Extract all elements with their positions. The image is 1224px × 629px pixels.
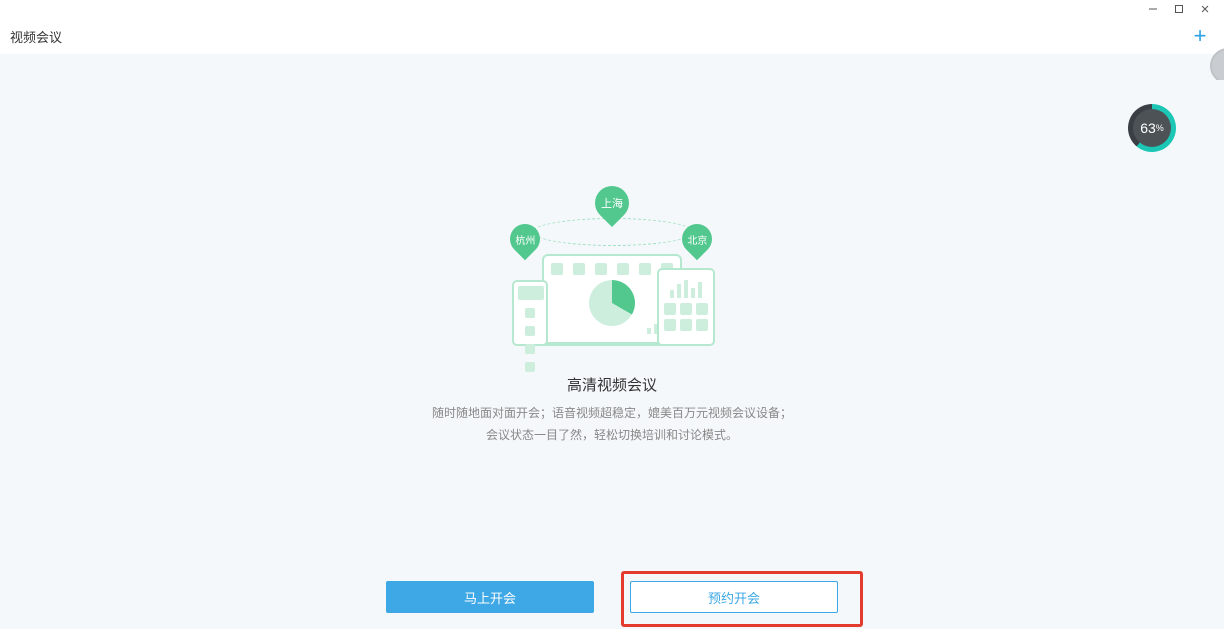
content-area: 上海 杭州 北京 [0,54,1224,629]
promo-heading: 高清视频会议 [352,374,872,395]
cpu-gauge-icon: 63% [1128,104,1176,152]
start-meeting-button[interactable]: 马上开会 [386,581,594,613]
net-down-value: 0.2 [1189,128,1202,138]
schedule-meeting-button[interactable]: 预约开会 [630,581,838,613]
button-row: 马上开会 预约开会 [0,581,1224,619]
promo-block: 上海 杭州 北京 [352,194,872,446]
minimize-button[interactable] [1140,0,1166,18]
close-button[interactable] [1192,0,1218,18]
add-tab-button[interactable]: + [1188,24,1212,48]
promo-line2: 会议状态一目了然，轻松切换培训和讨论模式。 [352,425,872,447]
promo-line1: 随时随地面对面开会；语音视频超稳定，媲美百万元视频会议设备； [352,403,872,425]
window-titlebar [0,0,1224,19]
marker-label: 上海 [601,195,623,211]
tab-title[interactable]: 视频会议 [10,27,62,46]
marker-hangzhou-icon: 杭州 [504,218,546,260]
pie-chart-icon [589,280,635,326]
gauge-percent-suffix: % [1156,123,1164,133]
tablet-icon [657,268,715,346]
maximize-button[interactable] [1166,0,1192,18]
floating-orb-icon[interactable] [1210,48,1224,80]
conference-illustration: 上海 杭州 北京 [502,194,722,354]
marker-label: 杭州 [515,232,535,247]
phone-icon [512,280,548,346]
system-monitor-widget[interactable]: 63% 0.5 0.2 [1128,104,1224,154]
marker-label: 北京 [687,232,707,247]
gauge-percent: 63 [1140,120,1156,136]
tab-bar: 视频会议 + [0,18,1224,55]
net-up-value: 0.5 [1189,118,1202,128]
gauge-stats-panel: 0.5 0.2 [1172,110,1224,146]
